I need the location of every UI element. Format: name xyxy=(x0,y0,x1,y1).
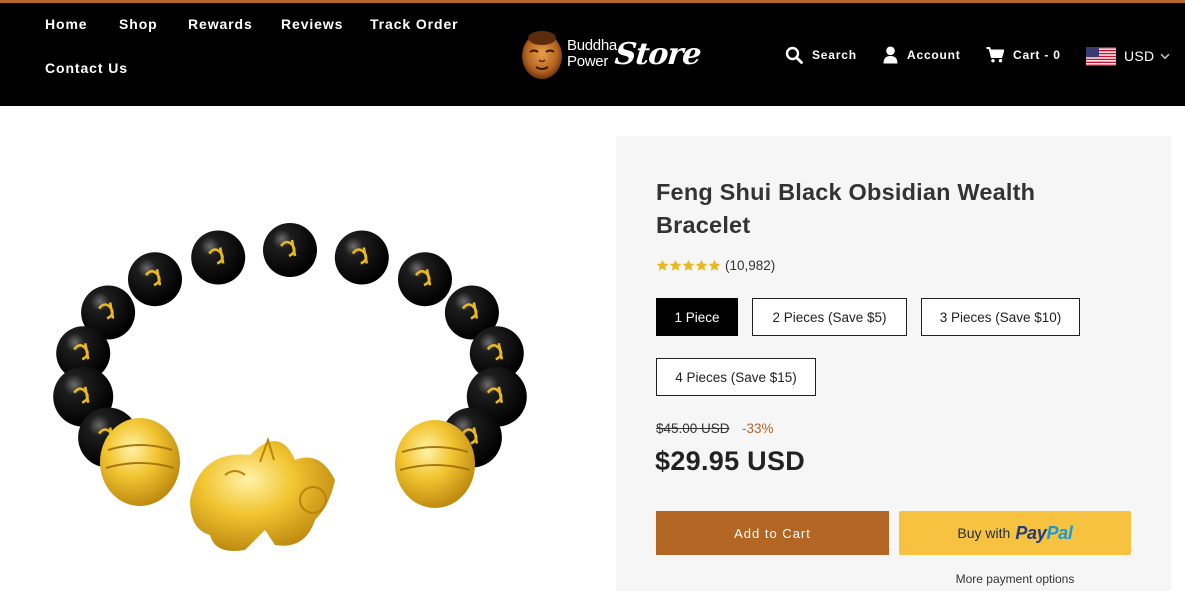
star-icon xyxy=(669,259,682,271)
shopping-cart-icon xyxy=(986,47,1004,63)
variant-1-piece[interactable]: 1 Piece xyxy=(656,298,738,336)
variant-4-pieces[interactable]: 4 Pieces (Save $15) xyxy=(656,358,816,396)
currency-code: USD xyxy=(1124,48,1155,64)
nav-track-order[interactable]: Track Order xyxy=(370,16,459,32)
star-icon xyxy=(682,259,695,271)
user-icon xyxy=(883,46,898,64)
chevron-down-icon xyxy=(1160,53,1171,59)
buddha-face-icon xyxy=(522,31,562,79)
obsidian-bead xyxy=(334,230,389,285)
nav-contact-us[interactable]: Contact Us xyxy=(45,60,128,76)
obsidian-bead xyxy=(398,252,452,307)
product-price: $29.95 USD xyxy=(655,446,806,476)
account-button[interactable]: Account xyxy=(883,45,961,65)
nav-home[interactable]: Home xyxy=(45,16,88,32)
store-logo[interactable]: Buddha Power Store xyxy=(519,29,702,85)
compare-at-price: $45.00 USD xyxy=(656,421,730,436)
paypal-button[interactable]: Buy with Pay Pal xyxy=(899,511,1131,555)
product-image[interactable] xyxy=(30,200,570,580)
review-count: (10,982) xyxy=(725,257,776,273)
currency-selector[interactable]: USD xyxy=(1086,45,1171,67)
paypal-prefix: Buy with xyxy=(957,525,1011,541)
logo-word-power: Power xyxy=(567,53,609,70)
star-icon xyxy=(708,259,721,271)
search-button[interactable]: Search xyxy=(785,45,857,65)
search-icon xyxy=(785,46,803,64)
pixiu-charm xyxy=(100,418,475,551)
product-title: Feng Shui Black Obsidian Wealth Bracelet xyxy=(656,179,1036,238)
site-header: Home Shop Rewards Reviews Track Order Co… xyxy=(0,3,1185,106)
logo-word-store: Store xyxy=(613,37,703,72)
discount-badge: -33% xyxy=(742,421,774,436)
star-icon xyxy=(695,259,708,271)
variant-3-pieces[interactable]: 3 Pieces (Save $10) xyxy=(921,298,1080,336)
obsidian-bead xyxy=(128,252,182,307)
star-icon xyxy=(656,259,669,271)
paypal-logo-pal: Pal xyxy=(1046,522,1073,543)
account-label: Account xyxy=(907,48,961,62)
rating-stars xyxy=(656,259,721,272)
paypal-logo-pay: Pay xyxy=(1015,522,1047,543)
product-rating[interactable]: (10,982) xyxy=(656,256,775,274)
logo-word-buddha: Buddha xyxy=(567,37,617,54)
cart-label: Cart - 0 xyxy=(1013,48,1061,62)
search-label: Search xyxy=(812,48,857,62)
variant-2-pieces[interactable]: 2 Pieces (Save $5) xyxy=(752,298,907,336)
obsidian-bead xyxy=(191,230,246,285)
nav-shop[interactable]: Shop xyxy=(119,16,158,32)
more-payment-options-link[interactable]: More payment options xyxy=(899,572,1131,586)
nav-rewards[interactable]: Rewards xyxy=(188,16,253,32)
add-to-cart-button[interactable]: Add to Cart xyxy=(656,511,889,555)
nav-reviews[interactable]: Reviews xyxy=(281,16,343,32)
cart-button[interactable]: Cart - 0 xyxy=(986,45,1061,65)
us-flag-icon xyxy=(1086,46,1116,66)
obsidian-bead xyxy=(263,223,317,277)
